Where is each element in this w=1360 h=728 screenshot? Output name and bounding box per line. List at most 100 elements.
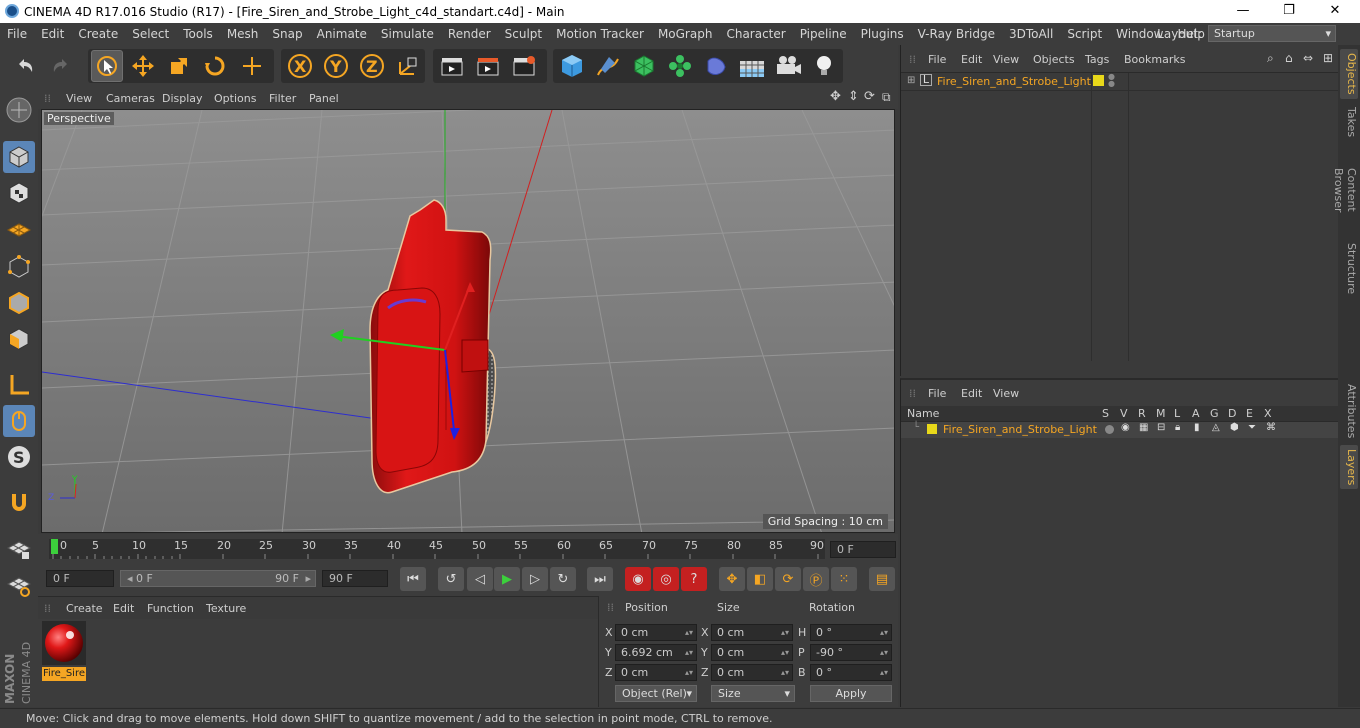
layer-col-e[interactable]: E (1246, 407, 1253, 420)
object-menu-file[interactable]: File (928, 53, 946, 66)
workplane-mode-button[interactable] (3, 213, 35, 245)
go-to-start-button[interactable]: ⏮ (400, 567, 426, 591)
layer-menu-file[interactable]: File (928, 387, 946, 400)
rotation-h-field[interactable]: 0 ° (810, 624, 892, 641)
keyframe-selection-button[interactable]: ? (681, 567, 707, 591)
size-y-field[interactable]: 0 cm (711, 644, 793, 661)
texture-mode-button[interactable] (3, 177, 35, 209)
object-menu-bookmarks[interactable]: Bookmarks (1124, 53, 1185, 66)
solo-toggle-icon[interactable] (1105, 425, 1114, 434)
visibility-dots-icon[interactable]: ● ● (1108, 73, 1115, 88)
xref-toggle-icon[interactable]: ⌘ (1266, 422, 1276, 433)
previous-frame-button[interactable]: ◁ (467, 567, 493, 591)
perspective-viewport[interactable]: Y Z Perspective Grid Spacing : 10 cm (41, 109, 895, 533)
viewport-menu-options[interactable]: Options (214, 92, 256, 105)
record-keys-button[interactable]: ◉ (625, 567, 651, 591)
make-editable-button[interactable] (3, 94, 35, 126)
menu-tools[interactable]: Tools (176, 27, 220, 41)
rotation-key-button[interactable]: ⟳ (775, 567, 801, 591)
object-menu-tags[interactable]: Tags (1085, 53, 1109, 66)
cloner-button[interactable] (664, 50, 696, 82)
material-swatch[interactable]: Fire_Sire (42, 621, 86, 681)
previous-key-button[interactable]: ↺ (438, 567, 464, 591)
navigate-icon[interactable]: ⇔ (1303, 51, 1313, 65)
home-icon[interactable]: ⌂ (1285, 51, 1293, 65)
menu-edit[interactable]: Edit (34, 27, 71, 41)
layer-col-x[interactable]: X (1264, 407, 1272, 420)
coordinate-mode-dropdown[interactable]: Object (Rel) ▾ (615, 685, 697, 702)
rotation-p-field[interactable]: -90 ° (810, 644, 892, 661)
parameter-key-button[interactable]: Ⓟ (803, 567, 829, 591)
expression-toggle-icon[interactable]: ⏷ (1248, 422, 1256, 433)
points-mode-button[interactable] (3, 251, 35, 283)
model-mode-button[interactable] (3, 141, 35, 173)
size-x-field[interactable]: 0 cm (711, 624, 793, 641)
position-x-field[interactable]: 0 cm (615, 624, 697, 641)
search-icon[interactable]: ⌕ (1267, 51, 1274, 66)
menu-3dtoall[interactable]: 3DToAll (1002, 27, 1060, 41)
layer-row[interactable]: └ Fire_Siren_and_Strobe_Light ◉ ▦ ⊟ 🔒︎ ▮… (901, 422, 1339, 438)
go-to-end-button[interactable]: ⏭ (587, 567, 613, 591)
object-menu-objects[interactable]: Objects (1033, 53, 1075, 66)
menu-character[interactable]: Character (719, 27, 792, 41)
pen-spline-button[interactable] (592, 50, 624, 82)
render-view-button[interactable] (436, 50, 468, 82)
viewport-rotate-icon[interactable]: ⟳ (864, 89, 875, 104)
lock-icon[interactable]: 🔒︎ (1175, 422, 1180, 433)
object-menu-edit[interactable]: Edit (961, 53, 982, 66)
tweak-mode-button[interactable] (3, 405, 35, 437)
tab-takes[interactable]: Takes (1340, 103, 1358, 141)
grid-lock-button[interactable] (3, 533, 35, 565)
quantize-button[interactable] (3, 569, 35, 601)
end-frame-field[interactable]: 90 F (322, 570, 388, 587)
deformer-button[interactable] (700, 50, 732, 82)
next-frame-button[interactable]: ▷ (522, 567, 548, 591)
viewport-maximize-icon[interactable]: ⧉ (882, 90, 891, 105)
tab-structure[interactable]: Structure (1340, 241, 1358, 297)
floor-button[interactable] (736, 50, 768, 82)
play-button[interactable]: ▶ (494, 567, 520, 591)
scale-tool[interactable] (163, 50, 195, 82)
frame-range-slider[interactable]: ◂ 0 F 90 F ▸ (120, 570, 316, 587)
viewport-menu-cameras[interactable]: Cameras (106, 92, 155, 105)
redo-button[interactable] (45, 50, 77, 82)
menu-vray-bridge[interactable]: V-Ray Bridge (911, 27, 1002, 41)
tab-layers[interactable]: Layers (1340, 445, 1358, 489)
viewport-menu-view[interactable]: View (66, 92, 92, 105)
point-level-key-button[interactable]: ⁙ (831, 567, 857, 591)
menu-plugins[interactable]: Plugins (854, 27, 911, 41)
layer-color-swatch[interactable] (1093, 75, 1104, 86)
timeline-ruler[interactable]: 0 5 10 15 20 25 30 35 40 45 50 55 60 65 … (38, 534, 898, 562)
layer-col-r[interactable]: R (1138, 407, 1146, 420)
y-axis-lock[interactable]: Y (320, 50, 352, 82)
material-menu-function[interactable]: Function (147, 602, 194, 615)
live-selection-tool[interactable] (91, 50, 123, 82)
generator-toggle-icon[interactable]: ◬ (1212, 422, 1220, 433)
menu-render[interactable]: Render (441, 27, 498, 41)
menu-mograph[interactable]: MoGraph (651, 27, 720, 41)
position-key-button[interactable]: ✥ (719, 567, 745, 591)
menu-script[interactable]: Script (1060, 27, 1109, 41)
tab-content-browser[interactable]: Content Browser (1332, 145, 1358, 235)
viewport-menu-display[interactable]: Display (162, 92, 203, 105)
object-name[interactable]: Fire_Siren_and_Strobe_Light (937, 75, 1091, 88)
material-menu-edit[interactable]: Edit (113, 602, 134, 615)
position-y-field[interactable]: 6.692 cm (615, 644, 697, 661)
current-frame-field[interactable]: 0 F (830, 541, 896, 558)
autokeying-button[interactable]: ◎ (653, 567, 679, 591)
camera-button[interactable] (772, 50, 804, 82)
edges-mode-button[interactable] (3, 287, 35, 319)
size-z-field[interactable]: 0 cm (711, 664, 793, 681)
rotate-tool[interactable] (199, 50, 231, 82)
start-frame-field[interactable]: 0 F (46, 570, 114, 587)
new-panel-icon[interactable]: ⊞ (1323, 51, 1333, 65)
cube-button[interactable] (556, 50, 588, 82)
viewport-zoom-icon[interactable]: ⇕ (848, 89, 859, 104)
subdivision-button[interactable] (628, 50, 660, 82)
layout-select[interactable]: Startup ▾ (1208, 25, 1336, 42)
material-menu-create[interactable]: Create (66, 602, 103, 615)
layer-color-swatch[interactable] (927, 424, 937, 434)
menu-simulate[interactable]: Simulate (374, 27, 441, 41)
next-key-button[interactable]: ↻ (550, 567, 576, 591)
viewport-menu-filter[interactable]: Filter (269, 92, 296, 105)
